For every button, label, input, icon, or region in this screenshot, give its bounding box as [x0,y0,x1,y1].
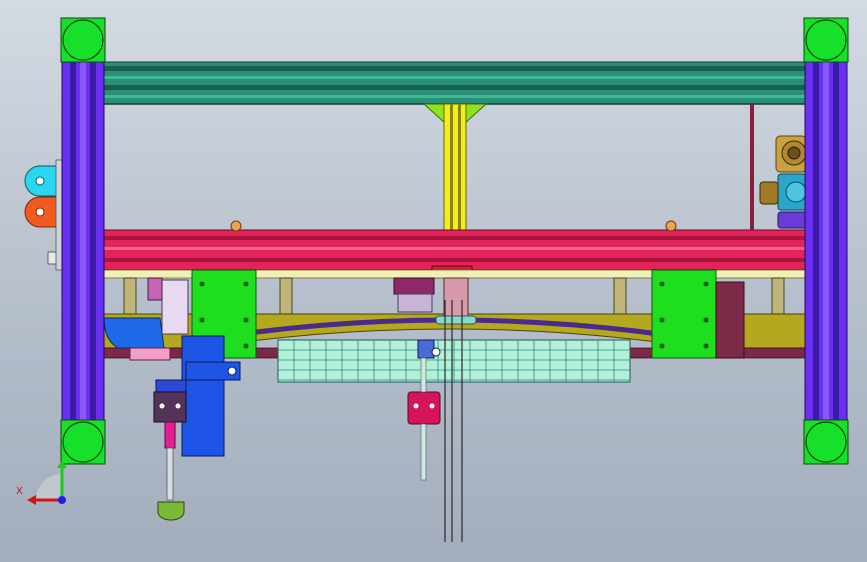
right-frame-column [804,57,848,425]
right-vertical-rod [750,104,754,230]
triad-z-axis [58,496,66,504]
right-green-block [651,269,745,359]
left-side-tabs [24,159,63,271]
center-vertical-shaft [422,103,488,233]
triad-x-label: X [16,486,23,497]
right-motor-cluster [759,135,809,229]
cad-assembly-view [24,17,849,542]
top-crossbeam [99,61,809,105]
axis-triad [27,460,67,505]
main-crossbeam [99,220,809,279]
mesh-panel [277,339,631,383]
left-frame-column [61,57,105,425]
